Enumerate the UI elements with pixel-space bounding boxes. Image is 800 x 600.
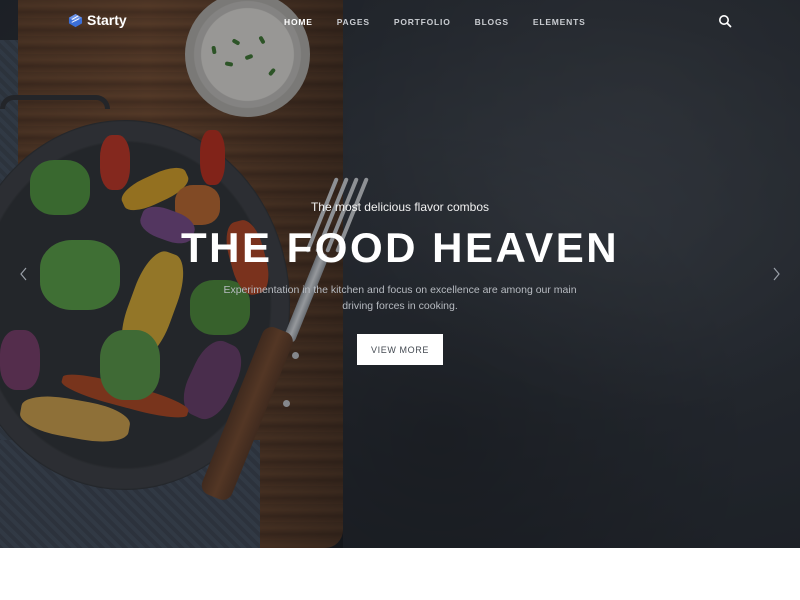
brand-logo[interactable]: Starty [68, 12, 127, 28]
hero-subtitle: The most delicious flavor combos [310, 200, 490, 214]
chevron-right-icon[interactable] [770, 267, 782, 281]
brand-name: Starty [87, 12, 127, 28]
hero-overlay [0, 0, 800, 548]
nav-item-portfolio[interactable]: PORTFOLIO [394, 17, 451, 27]
hero-slider: Starty HOME PAGES PORTFOLIO BLOGS ELEMEN… [0, 0, 800, 548]
view-more-button[interactable]: VIEW MORE [357, 334, 443, 365]
hero-title: THE FOOD HEAVEN [180, 224, 620, 271]
chevron-left-icon[interactable] [18, 267, 30, 281]
nav-item-elements[interactable]: ELEMENTS [533, 17, 586, 27]
hero-description: Experimentation in the kitchen and focus… [223, 284, 577, 312]
cube-logo-icon [68, 13, 83, 27]
top-navbar: Starty HOME PAGES PORTFOLIO BLOGS ELEMEN… [0, 0, 800, 44]
nav-item-home[interactable]: HOME [284, 17, 313, 27]
main-menu: HOME PAGES PORTFOLIO BLOGS ELEMENTS [284, 17, 610, 27]
nav-item-blogs[interactable]: BLOGS [475, 17, 509, 27]
page-below-hero [0, 548, 800, 600]
nav-item-pages[interactable]: PAGES [337, 17, 370, 27]
search-icon[interactable] [718, 14, 732, 28]
